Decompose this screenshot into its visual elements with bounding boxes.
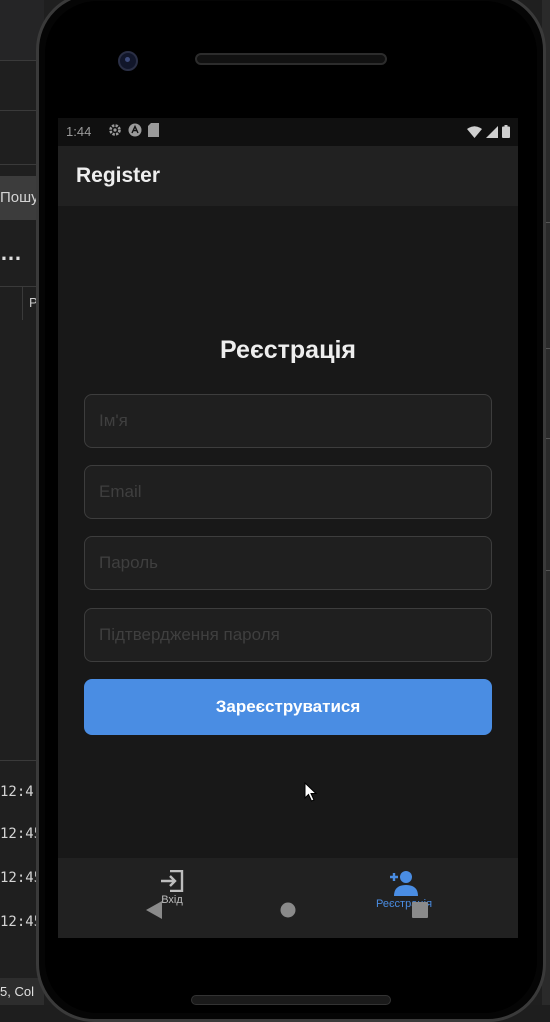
android-a-icon xyxy=(128,123,142,137)
status-right-icons xyxy=(467,125,510,138)
app-bar-title: Register xyxy=(76,164,161,187)
register-button[interactable]: Зареєструватися xyxy=(84,679,492,735)
wifi-icon xyxy=(467,125,482,138)
person-add-icon xyxy=(390,871,418,896)
email-field[interactable] xyxy=(84,465,492,519)
login-icon xyxy=(161,870,184,892)
earpiece-speaker xyxy=(195,53,387,65)
status-left-icons xyxy=(108,123,159,137)
front-camera xyxy=(118,51,138,71)
app-bar: Register xyxy=(58,146,518,206)
ide-status-bar: 5, Col xyxy=(0,978,44,1005)
nav-label-login: Вхід xyxy=(161,894,183,906)
mouse-cursor-icon xyxy=(304,782,318,802)
status-time: 1:44 xyxy=(66,124,92,139)
nav-item-login[interactable]: Вхід xyxy=(112,870,232,906)
system-recents-icon[interactable] xyxy=(412,902,428,918)
ide-search-text: Пошу xyxy=(0,189,39,206)
system-back-icon[interactable] xyxy=(146,901,164,919)
phone-bottom-grip xyxy=(191,995,391,1005)
name-field[interactable] xyxy=(84,394,492,448)
settings-gear-icon xyxy=(109,124,121,136)
bottom-navigation: Вхід Реєстрація xyxy=(58,858,518,938)
signal-icon xyxy=(486,125,498,138)
battery-icon xyxy=(502,125,510,138)
nav-item-register[interactable]: Реєстрація xyxy=(344,870,464,910)
form-heading: Реєстрація xyxy=(220,336,356,364)
ide-more-menu[interactable]: … xyxy=(0,240,23,266)
password-field[interactable] xyxy=(84,536,492,590)
nav-label-register: Реєстрація xyxy=(375,898,433,910)
confirm-password-field[interactable] xyxy=(84,608,492,662)
sim-card-icon xyxy=(148,123,159,137)
device-screen: 1:44 Register Реєстрація Зареєструватися… xyxy=(58,118,518,938)
system-home-icon[interactable] xyxy=(280,902,296,918)
status-bar: 1:44 xyxy=(58,118,518,146)
